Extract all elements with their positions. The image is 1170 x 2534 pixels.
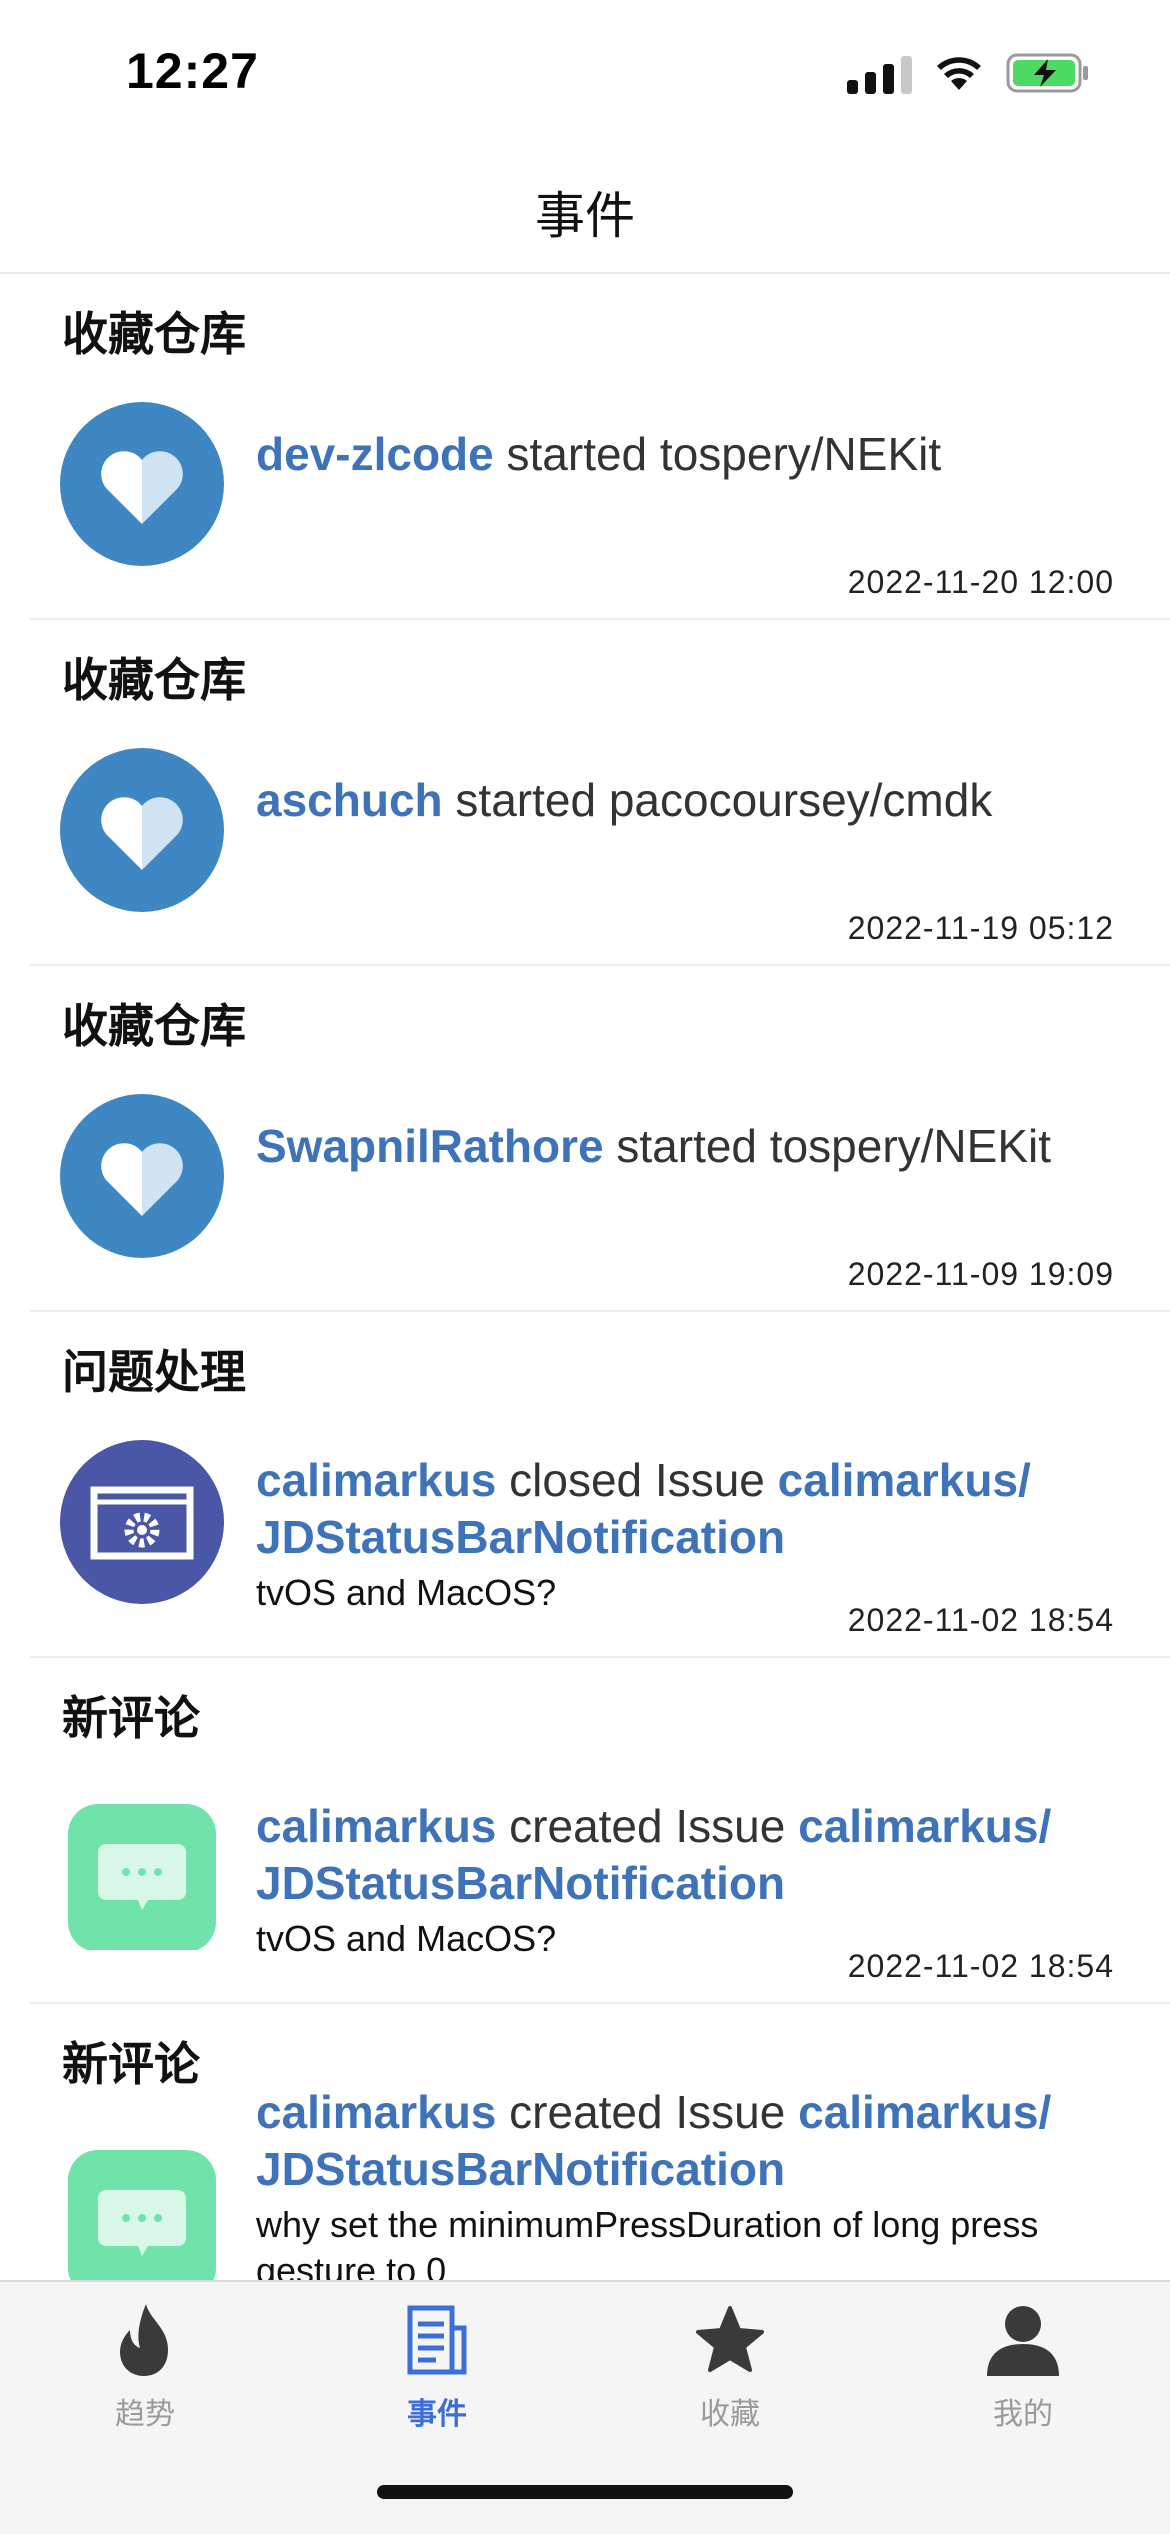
event-description: SwapnilRathore started tospery/NEKit [256,1118,1130,1175]
list-item[interactable]: 新评论 calimarkus created Issue calimarkus/… [30,1658,1170,2004]
tab-trending[interactable]: 趋势 [45,2302,245,2433]
event-user-link[interactable]: aschuch [256,774,443,826]
list-item[interactable]: 收藏仓库 dev-zlcode started tospery/NEKit 20… [30,274,1170,620]
event-section-title: 收藏仓库 [62,654,246,706]
list-item[interactable]: 收藏仓库 SwapnilRathore started tospery/NEKi… [30,966,1170,1312]
event-section-title: 新评论 [62,1692,200,1744]
status-time: 12:27 [126,43,259,99]
comment-icon [68,2150,216,2280]
page-title: 事件 [535,188,635,244]
event-date: 2022-11-02 18:54 [847,1602,1114,1638]
star-icon [696,2306,764,2372]
event-description: calimarkus closed Issue calimarkus/ JDSt… [256,1452,1130,1616]
wifi-icon [937,57,981,90]
event-description: aschuch started pacocoursey/cmdk [256,772,1130,829]
event-section-title: 收藏仓库 [62,308,246,360]
event-description: calimarkus created Issue calimarkus/ JDS… [256,1798,1130,1962]
flame-icon [120,2304,168,2376]
document-icon [407,2305,467,2375]
event-user-link[interactable]: calimarkus [256,2086,496,2138]
comment-icon [68,1804,216,1950]
event-action: started pacocoursey/cmdk [442,774,993,826]
event-user-link[interactable]: calimarkus [256,1454,496,1506]
home-indicator[interactable] [377,2485,793,2499]
list-item[interactable]: 收藏仓库 aschuch started pacocoursey/cmdk 20… [30,620,1170,966]
event-body: why set the minimumPressDuration of long… [256,2204,1039,2280]
event-action: created Issue [496,2086,799,2138]
event-date: 2022-11-19 05:12 [847,910,1114,946]
person-icon [987,2306,1059,2376]
battery-charging-icon [1006,53,1088,93]
heart-icon [60,402,224,566]
list-item[interactable]: 问题处理 calimarkus closed Issue calimarkus/… [30,1312,1170,1658]
heart-icon [60,748,224,912]
event-action: started tospery/NEKit [493,428,942,480]
event-section-title: 收藏仓库 [62,1000,246,1052]
event-date: 2022-11-20 12:00 [847,564,1114,600]
event-date: 2022-11-09 19:09 [847,1256,1114,1292]
event-user-link[interactable]: SwapnilRathore [256,1120,604,1172]
tab-profile[interactable]: 我的 [923,2302,1123,2433]
tab-label: 收藏 [700,2398,760,2431]
list-item[interactable]: 新评论 calimarkus created Issue calimarkus/… [30,2004,1170,2280]
event-description: calimarkus created Issue calimarkus/ JDS… [256,2084,1130,2280]
status-icons [847,52,1090,94]
tab-label: 事件 [407,2398,467,2431]
event-description: dev-zlcode started tospery/NEKit [256,426,1130,483]
tab-events[interactable]: 事件 [337,2302,537,2433]
navigation-bar: 事件 [0,140,1170,274]
tab-label: 我的 [993,2398,1053,2431]
settings-window-icon [60,1440,224,1604]
heart-icon [60,1094,224,1258]
event-action: created Issue [496,1800,799,1852]
tab-favorites[interactable]: 收藏 [630,2302,830,2433]
event-section-title: 问题处理 [62,1346,246,1398]
event-date: 2022-11-02 18:54 [847,1948,1114,1984]
cellular-signal-icon [847,52,912,94]
tab-label: 趋势 [115,2398,175,2431]
status-bar: 12:27 [0,0,1170,140]
event-action: closed Issue [496,1454,778,1506]
event-user-link[interactable]: dev-zlcode [256,428,494,480]
event-user-link[interactable]: calimarkus [256,1800,496,1852]
event-list[interactable]: 收藏仓库 dev-zlcode started tospery/NEKit 20… [0,274,1170,2280]
event-section-title: 新评论 [62,2038,200,2090]
event-action: started tospery/NEKit [603,1120,1052,1172]
